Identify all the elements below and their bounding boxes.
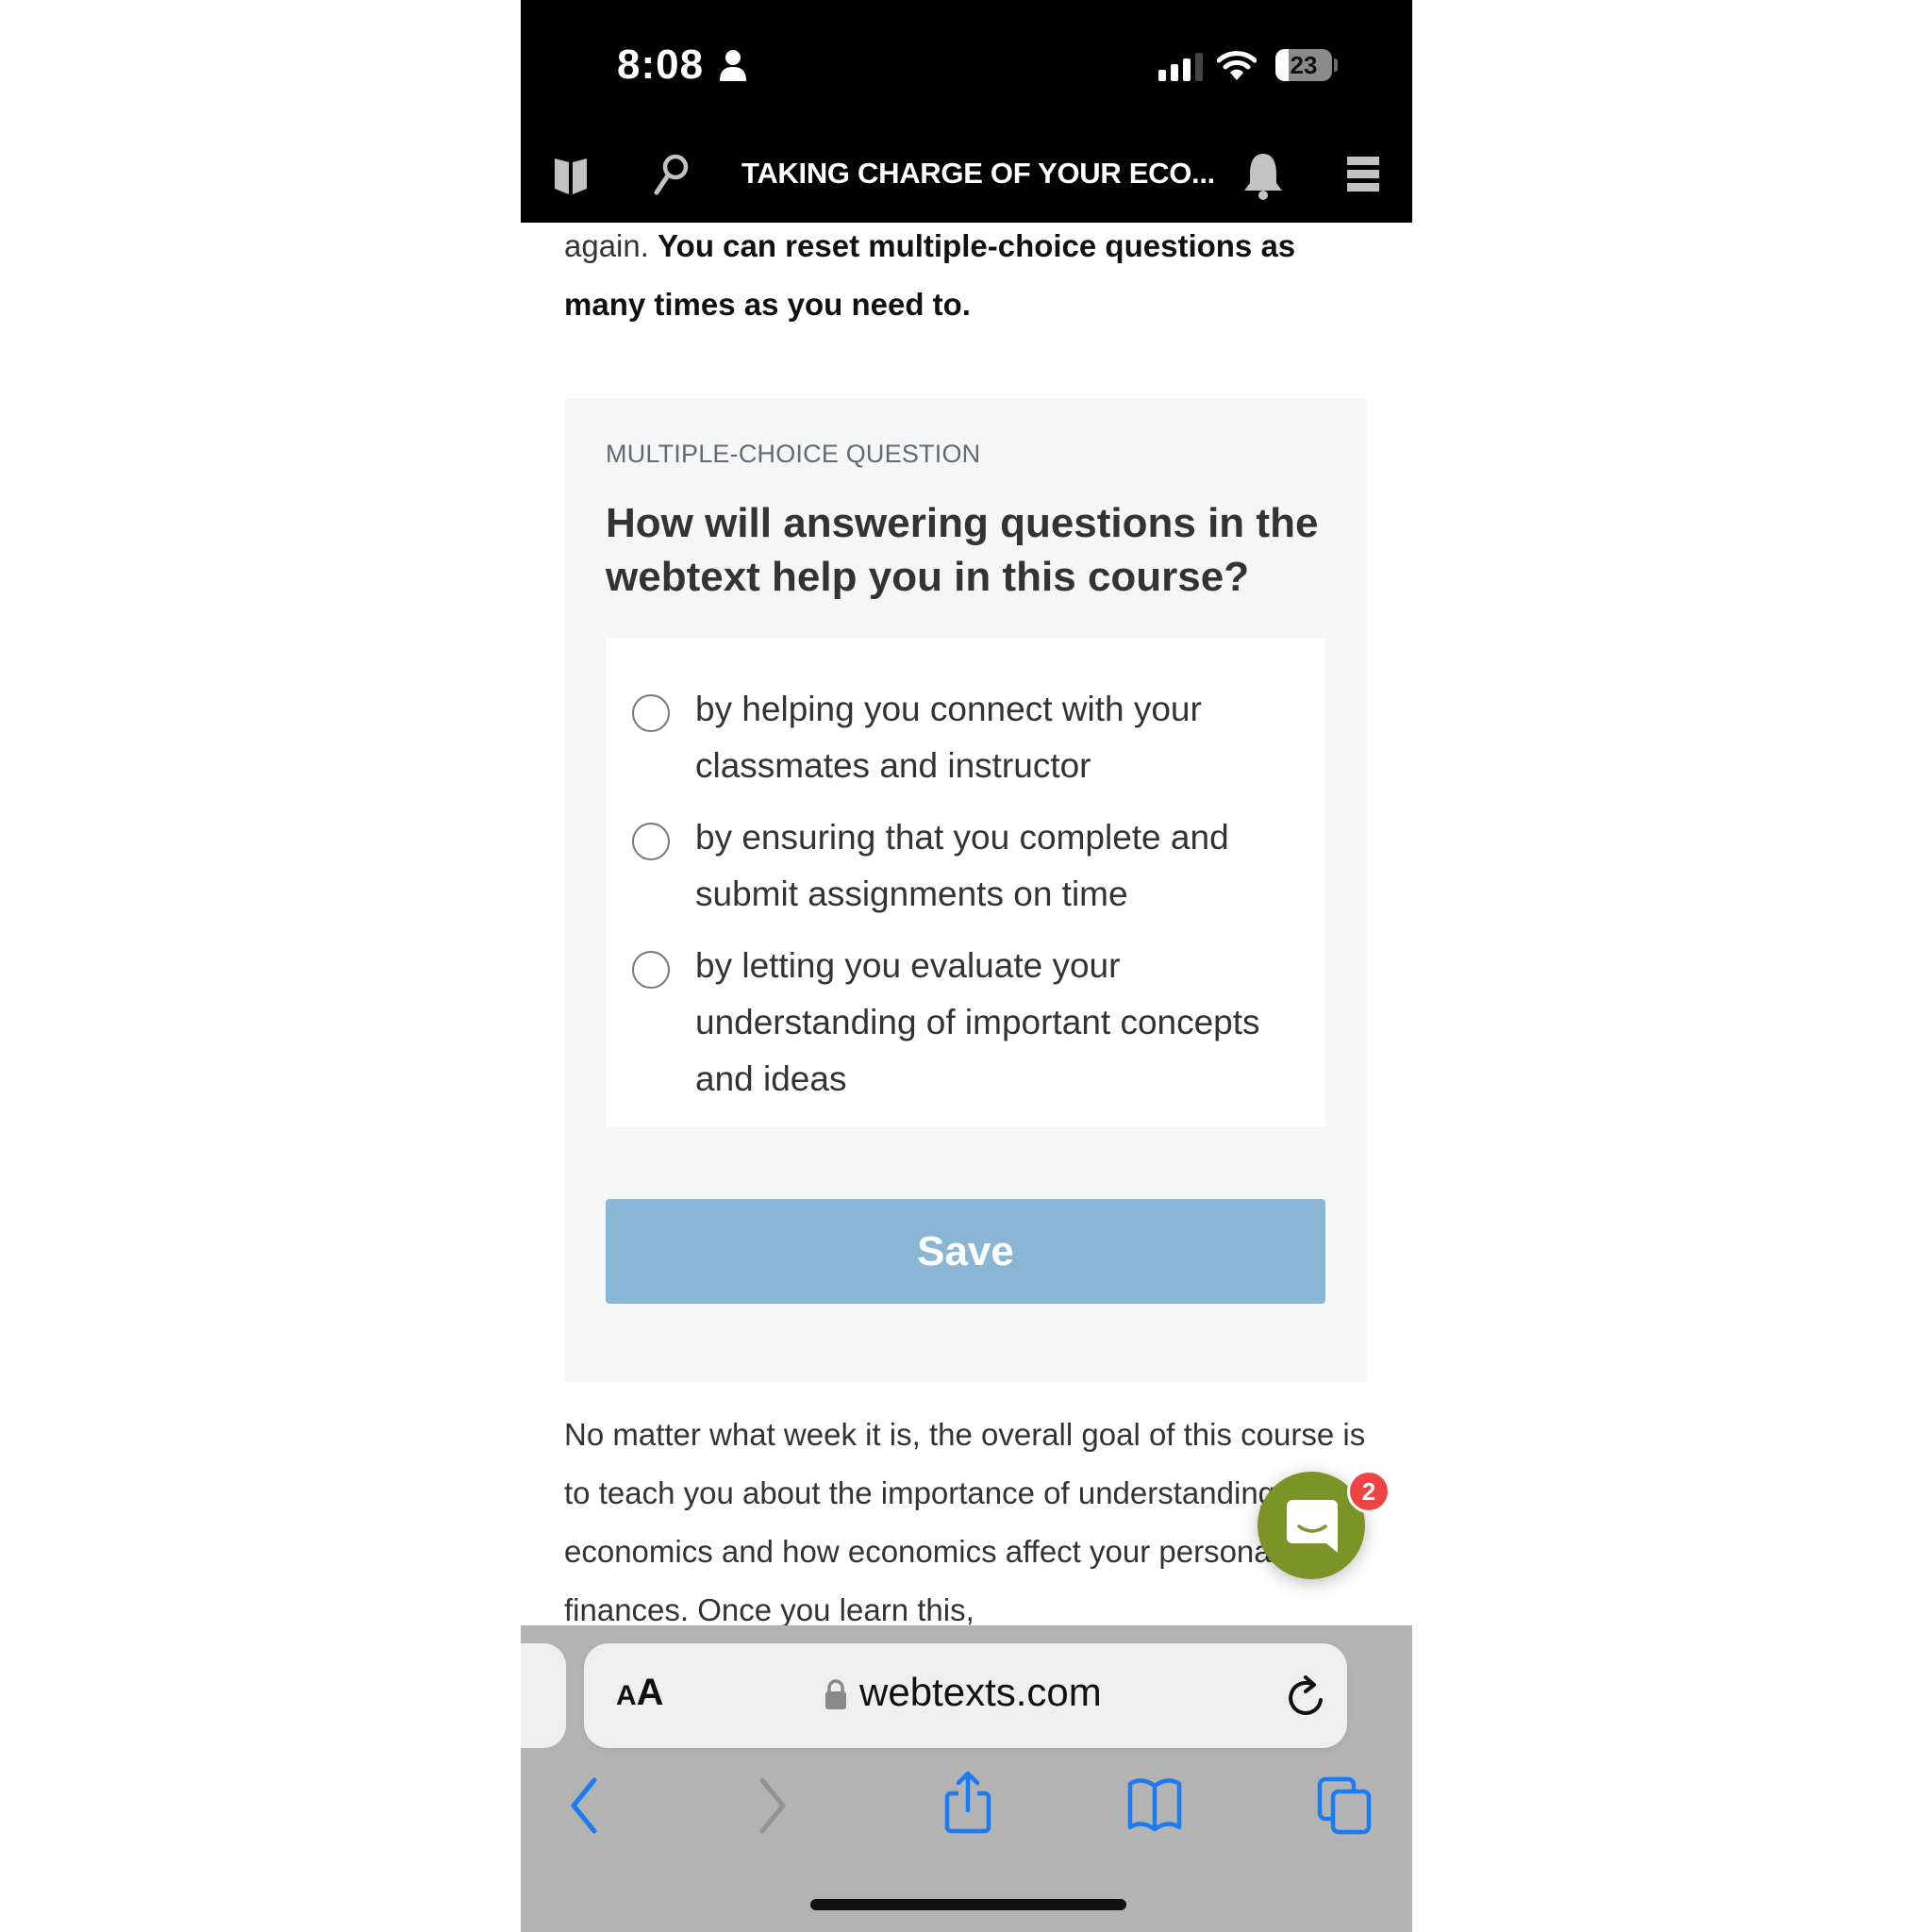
- question-card: MULTIPLE-CHOICE QUESTION How will answer…: [565, 398, 1367, 1382]
- forward-icon[interactable]: [757, 1776, 789, 1835]
- lock-icon: [825, 1679, 846, 1709]
- intro-text: again. You can reset multiple-choice que…: [564, 217, 1375, 334]
- cellular-signal-icon: [1158, 53, 1203, 81]
- answer-option-text: by letting you evaluate your understandi…: [695, 946, 1260, 1098]
- address-bar[interactable]: AA webtexts.com: [584, 1643, 1347, 1748]
- wifi-icon: [1217, 51, 1257, 80]
- answer-options: by helping you connect with your classma…: [606, 638, 1325, 1127]
- battery-indicator: 23: [1275, 49, 1332, 81]
- aa-small: A: [616, 1680, 637, 1711]
- tabs-icon[interactable]: [1317, 1776, 1372, 1835]
- radio-button[interactable]: [632, 823, 670, 860]
- share-icon[interactable]: [943, 1771, 992, 1835]
- reader-text-size-button[interactable]: AA: [616, 1672, 664, 1714]
- bell-icon[interactable]: [1241, 151, 1285, 200]
- radio-button[interactable]: [632, 951, 670, 989]
- battery-percent: 23: [1290, 51, 1318, 79]
- intro-bold: You can reset multiple-choice questions …: [564, 228, 1296, 322]
- home-indicator: [810, 1899, 1126, 1910]
- course-title: TAKING CHARGE OF YOUR ECO...: [741, 157, 1213, 190]
- phone-screen: 8:08 23 TAKING CHARGE OF YOUR ECO... aga…: [521, 0, 1412, 1932]
- question-type-label: MULTIPLE-CHOICE QUESTION: [606, 440, 981, 468]
- answer-option-text: by ensuring that you complete and submit…: [695, 818, 1229, 913]
- body-paragraph: No matter what week it is, the overall g…: [564, 1417, 1366, 1627]
- menu-icon[interactable]: [1345, 153, 1381, 196]
- book-icon[interactable]: [553, 153, 589, 196]
- intro-normal: again.: [564, 228, 658, 263]
- answer-option-text: by helping you connect with your classma…: [695, 690, 1202, 785]
- previous-tab-preview[interactable]: [521, 1643, 566, 1748]
- search-icon[interactable]: [653, 153, 691, 196]
- chat-unread-badge: 2: [1347, 1470, 1391, 1513]
- save-button[interactable]: Save: [606, 1199, 1325, 1304]
- person-icon: [720, 50, 746, 81]
- chat-icon: [1287, 1500, 1338, 1553]
- question-text: How will answering questions in the webt…: [606, 500, 1319, 600]
- battery-tip: [1334, 58, 1338, 72]
- status-time: 8:08: [617, 42, 705, 88]
- bookmarks-icon[interactable]: [1126, 1776, 1183, 1835]
- aa-large: A: [636, 1672, 664, 1713]
- back-icon[interactable]: [568, 1776, 600, 1835]
- url-text: webtexts.com: [859, 1670, 1102, 1714]
- radio-button[interactable]: [632, 694, 670, 732]
- browser-toolbar: AA webtexts.com: [521, 1625, 1412, 1932]
- app-header: 8:08 23 TAKING CHARGE OF YOUR ECO...: [521, 0, 1412, 223]
- reload-icon[interactable]: [1285, 1674, 1326, 1719]
